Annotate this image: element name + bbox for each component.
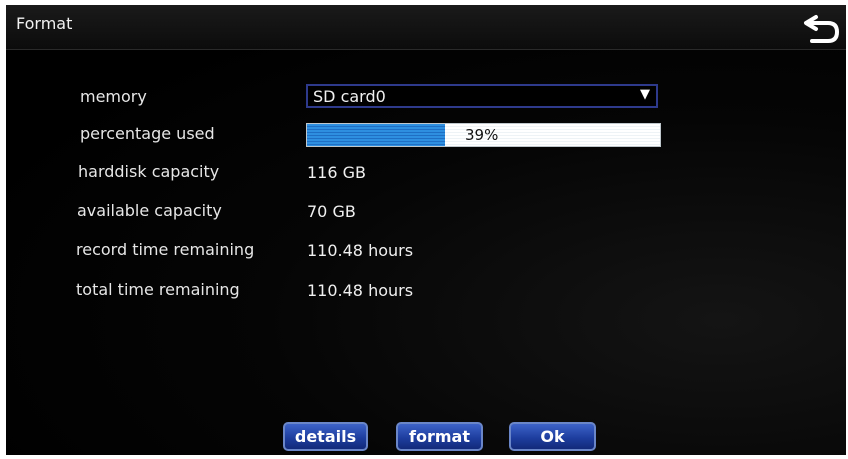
usage-progress-fill xyxy=(307,124,445,146)
usage-percent-text: 39% xyxy=(465,126,499,144)
format-button[interactable]: format xyxy=(396,422,483,451)
back-arrow-icon xyxy=(804,15,840,43)
usage-progress-bar: 39% xyxy=(306,123,661,147)
total-time-remaining-label: total time remaining xyxy=(76,280,240,299)
format-screen: Format memory SD card0 ▼ percentage used… xyxy=(6,5,846,455)
available-capacity-label: available capacity xyxy=(77,201,222,220)
record-time-remaining-value: 110.48 hours xyxy=(307,241,414,260)
page-title: Format xyxy=(16,14,73,33)
dropdown-arrow-icon: ▼ xyxy=(640,87,650,102)
memory-select-value: SD card0 xyxy=(313,87,386,106)
harddisk-capacity-label: harddisk capacity xyxy=(78,162,220,181)
harddisk-capacity-value: 116 GB xyxy=(307,163,366,182)
record-time-remaining-label: record time remaining xyxy=(76,240,255,259)
total-time-remaining-value: 110.48 hours xyxy=(307,281,414,300)
title-bar: Format xyxy=(6,5,846,50)
details-button[interactable]: details xyxy=(283,422,368,451)
back-button[interactable] xyxy=(802,9,842,47)
memory-select[interactable]: SD card0 ▼ xyxy=(306,84,658,108)
percentage-used-label: percentage used xyxy=(80,124,215,143)
available-capacity-value: 70 GB xyxy=(307,202,356,221)
ok-button[interactable]: Ok xyxy=(509,422,596,451)
memory-label: memory xyxy=(80,87,147,106)
